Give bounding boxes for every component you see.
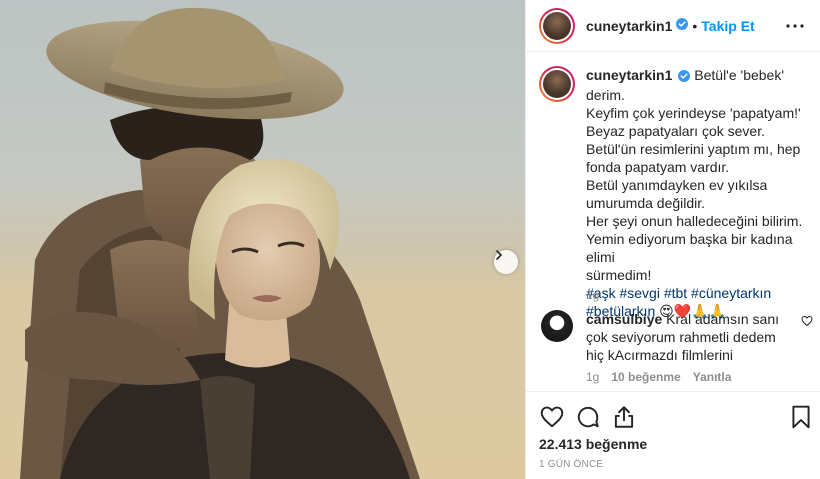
bookmark-icon[interactable] — [788, 404, 814, 430]
comment-text: camsulbiye Kral adamsın sanı çok seviyor… — [586, 310, 796, 364]
caption-line: fonda papatyam vardır. — [586, 159, 730, 175]
post-sidebar: cuneytarkin1 • Takip Et cuneytarkin1 Bet… — [525, 0, 820, 479]
action-bar — [526, 400, 820, 434]
share-icon[interactable] — [611, 404, 637, 430]
like-count[interactable]: 22.413 beğenme — [539, 436, 647, 452]
caption-text: cuneytarkin1 Betül'e 'bebek' derim. Keyf… — [586, 66, 811, 320]
post-header: cuneytarkin1 • Takip Et — [526, 0, 820, 52]
next-photo-button[interactable] — [494, 250, 518, 274]
comment-item: camsulbiye Kral adamsın sanı çok seviyor… — [539, 310, 796, 364]
avatar[interactable] — [539, 7, 575, 44]
comment-like-heart-icon[interactable] — [801, 314, 813, 332]
comments-area[interactable]: cuneytarkin1 Betül'e 'bebek' derim. Keyf… — [526, 52, 820, 392]
commenter-username[interactable]: camsulbiye — [586, 311, 662, 327]
reply-button[interactable]: Yanıtla — [693, 370, 732, 384]
separator-dot: • — [692, 17, 698, 34]
caption-line: Beyaz papatyaları çok sever. — [586, 123, 765, 139]
verified-icon — [678, 68, 691, 86]
comment-icon[interactable] — [575, 404, 601, 430]
comment-likes[interactable]: 10 beğenme — [611, 370, 680, 384]
caption-line: Her şeyi onun halledeceğini bilirim. — [586, 213, 803, 229]
comment-timestamp[interactable]: 1g — [586, 370, 599, 384]
caption-line: Yemin ediyorum başka bir kadına elimi — [586, 231, 793, 265]
post-caption: cuneytarkin1 Betül'e 'bebek' derim. Keyf… — [539, 66, 811, 320]
post-date[interactable]: 1 GÜN ÖNCE — [539, 459, 603, 470]
more-icon[interactable] — [785, 16, 805, 36]
photo-illustration — [20, 7, 420, 479]
caption-avatar[interactable] — [539, 66, 575, 102]
caption-line: Betül'ün resimlerini yaptım mı, hep — [586, 141, 801, 157]
hashtags[interactable]: #aşk #sevgi #tbt #cüneytarkın — [586, 285, 771, 301]
verified-icon — [676, 17, 689, 35]
caption-timestamp[interactable]: 1g — [586, 288, 599, 302]
follow-button[interactable]: Takip Et — [701, 18, 754, 34]
author-username[interactable]: cuneytarkin1 — [586, 18, 672, 34]
commenter-avatar[interactable] — [541, 310, 573, 342]
caption-line: Keyfim çok yerindeyse 'papatyam!' — [586, 105, 801, 121]
heart-icon[interactable] — [539, 404, 565, 430]
caption-line: umurumda değildir. — [586, 195, 706, 211]
post-photo[interactable] — [0, 0, 525, 479]
caption-line: sürmedim! — [586, 267, 652, 283]
comment-meta: 1g 10 beğenme Yanıtla — [586, 370, 731, 384]
caption-username[interactable]: cuneytarkin1 — [586, 67, 672, 83]
caption-line: Betül yanımdayken ev yıkılsa — [586, 177, 768, 193]
